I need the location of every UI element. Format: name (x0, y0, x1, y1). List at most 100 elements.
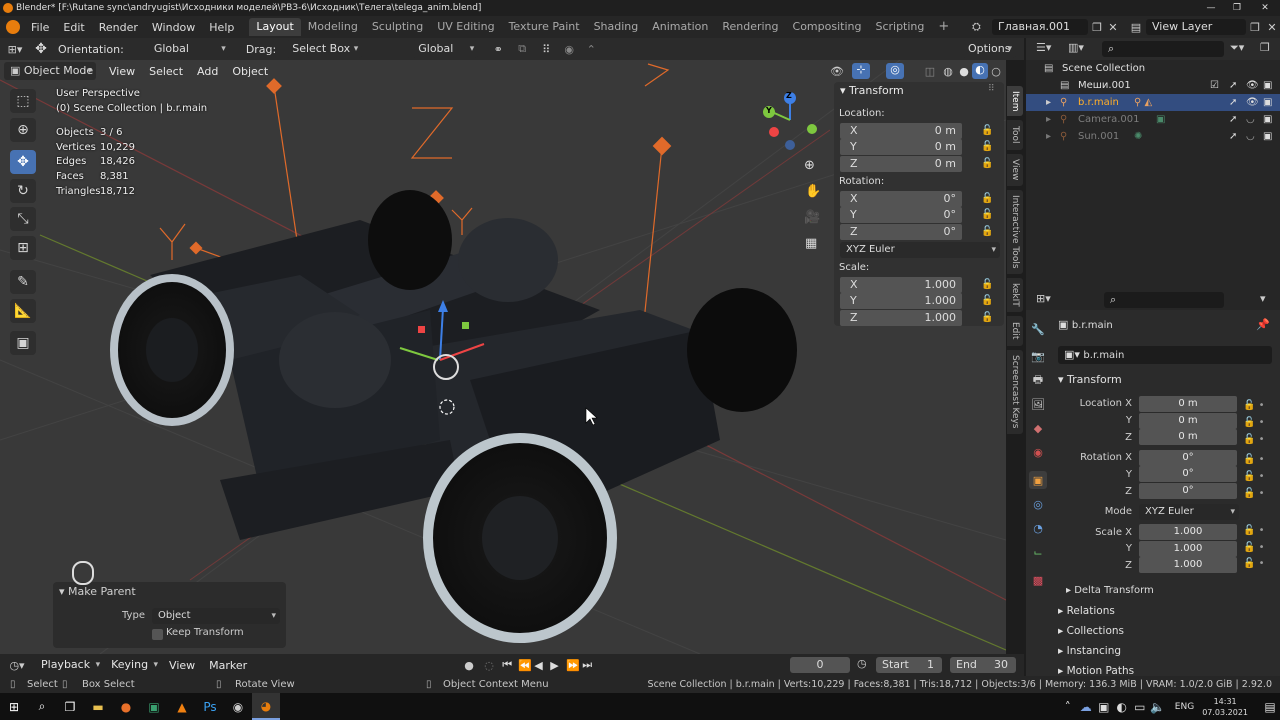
prop-location-z-field[interactable]: 0 m (1139, 429, 1237, 445)
overlay-toggle-icon[interactable]: ◎ (886, 63, 904, 79)
view-layer-icon[interactable]: ▤ (1126, 21, 1146, 34)
photoshop-icon[interactable]: Ps (196, 693, 224, 720)
rotation-z-field[interactable]: Z 0° (840, 224, 962, 240)
sidebar-tab-edit[interactable]: Edit (1007, 316, 1023, 346)
tab-animation[interactable]: Animation (645, 18, 715, 36)
render-camera-icon[interactable]: ▣ (1263, 111, 1272, 128)
make-parent-header[interactable]: ▾ Make Parent (59, 585, 136, 598)
viewport-menu-add[interactable]: Add (190, 65, 225, 78)
prop-location-x-field[interactable]: 0 m (1139, 396, 1237, 412)
prop-scale-x-field[interactable]: 1.000 (1139, 524, 1237, 540)
zoom-view-icon[interactable]: ⊕ (804, 158, 815, 173)
drag-dropdown[interactable]: Select Box (286, 40, 363, 58)
npanel-header[interactable]: ▾ Transform (840, 84, 904, 97)
view-layer-field[interactable]: View Layer (1146, 19, 1246, 35)
include-checkbox-icon[interactable]: ☑ (1210, 77, 1219, 94)
lock-icon[interactable]: 🔓 • (1243, 486, 1265, 503)
preview-range-icon[interactable]: ◷ (857, 657, 867, 670)
expand-arrow-icon[interactable]: ▸ (1046, 128, 1051, 145)
properties-editor-icon[interactable]: ⊞▾ (1036, 292, 1051, 305)
file-explorer-icon[interactable]: ▬ (84, 693, 112, 720)
lock-scale-y-icon[interactable]: 🔓 (981, 295, 993, 306)
parent-type-dropdown[interactable]: Object (152, 608, 280, 624)
keyboard-language[interactable]: ENG (1175, 702, 1194, 712)
filter-icon[interactable]: ⏷▾ (1230, 41, 1244, 55)
tab-scripting[interactable]: Scripting (868, 18, 931, 36)
timeline-menu-keying[interactable]: Keying (104, 656, 162, 674)
menu-edit[interactable]: Edit (56, 21, 91, 34)
clock[interactable]: 14:31 07.03.2021 (1202, 696, 1248, 718)
scene-properties-tab-icon[interactable]: ◆ (1029, 419, 1047, 437)
tray-app-icon[interactable]: ☁ (1077, 693, 1095, 720)
copy-scene-icon[interactable]: ❐ (1088, 21, 1106, 34)
jump-start-icon[interactable]: ⏮ (502, 658, 518, 672)
gizmo-toggle-icon[interactable]: ⊹ (852, 63, 870, 79)
tab-compositing[interactable]: Compositing (786, 18, 869, 36)
lock-location-x-icon[interactable]: 🔓 (981, 125, 993, 136)
prop-rotation-x-field[interactable]: 0° (1139, 450, 1237, 466)
sidebar-tab-tool[interactable]: Tool (1007, 120, 1023, 150)
outliner-editor-icon[interactable]: ☰▾ (1036, 41, 1051, 54)
expand-arrow-icon[interactable]: ▸ (1046, 111, 1051, 128)
scale-tool-icon[interactable]: ⤡ (10, 207, 36, 231)
material-shading-icon[interactable]: ◐ (972, 63, 988, 79)
material-properties-tab-icon[interactable]: ▩ (1029, 571, 1047, 589)
maximize-button[interactable]: ❐ (1224, 0, 1250, 16)
lock-location-y-icon[interactable]: 🔓 (981, 141, 993, 152)
pan-view-icon[interactable]: ✋ (805, 184, 821, 199)
render-camera-icon[interactable]: ▣ (1263, 77, 1272, 94)
new-collection-icon[interactable]: ❐ (1260, 41, 1270, 54)
select-toggle-icon[interactable]: ➚ (1229, 94, 1237, 111)
copy-view-layer-icon[interactable]: ❐ (1246, 21, 1264, 34)
constraints-tab-icon[interactable]: ⌙ (1029, 543, 1047, 561)
lock-icon[interactable]: 🔓 • (1243, 556, 1265, 573)
select-toggle-icon[interactable]: ➚ (1229, 111, 1237, 128)
solid-shading-icon[interactable]: ● (956, 65, 972, 78)
pivot-point-icon[interactable]: ⚭ (486, 43, 510, 56)
rotation-y-field[interactable]: Y 0° (840, 207, 962, 223)
terminal-app-icon[interactable]: ▣ (140, 693, 168, 720)
task-view-icon[interactable]: ❐ (56, 693, 84, 720)
timeline-menu-marker[interactable]: Marker (202, 659, 254, 672)
add-workspace-button[interactable]: + (931, 18, 956, 36)
properties-options-icon[interactable]: ▾ (1260, 292, 1266, 305)
panel-drag-icon[interactable]: ⠿ (988, 84, 995, 94)
tab-texture-paint[interactable]: Texture Paint (502, 18, 587, 36)
play-reverse-icon[interactable]: ◀ (534, 659, 550, 672)
scale-y-field[interactable]: Y 1.000 (840, 293, 962, 309)
lock-scale-z-icon[interactable]: 🔓 (981, 312, 993, 323)
keep-transform-checkbox[interactable] (152, 629, 163, 640)
timeline-menu-view[interactable]: View (162, 659, 202, 672)
prop-scale-z-field[interactable]: 1.000 (1139, 557, 1237, 573)
lock-icon[interactable]: 🔓 • (1243, 540, 1265, 557)
properties-search-input[interactable]: ⌕ (1104, 292, 1224, 308)
eye-icon[interactable]: 👁 (1246, 77, 1259, 94)
mode-dropdown[interactable]: ▣ Object Mode (4, 62, 96, 80)
rendered-shading-icon[interactable]: ○ (988, 65, 1004, 78)
navigation-gizmo[interactable]: Z Y (760, 88, 820, 152)
lock-icon[interactable]: 🔓 • (1243, 432, 1265, 449)
menu-help[interactable]: Help (202, 21, 241, 34)
menu-file[interactable]: File (24, 21, 56, 34)
lock-scale-x-icon[interactable]: 🔓 (981, 279, 993, 290)
tab-modeling[interactable]: Modeling (301, 18, 365, 36)
object-properties-tab-icon[interactable]: ▣ (1029, 471, 1047, 489)
falloff-icon[interactable]: ⌃ (580, 43, 602, 56)
scale-x-field[interactable]: X 1.000 (840, 277, 962, 293)
lock-icon[interactable]: 🔓 • (1243, 452, 1265, 469)
minimize-button[interactable]: — (1198, 0, 1224, 16)
tab-layout[interactable]: Layout (249, 18, 301, 36)
menu-render[interactable]: Render (92, 21, 145, 34)
display-mode-icon[interactable]: ▥▾ (1068, 41, 1084, 54)
jump-next-keyframe-icon[interactable]: ⏩ (566, 659, 582, 672)
move-tool-button[interactable]: ✥ (10, 150, 36, 174)
scene-icon[interactable]: ⛭ (972, 20, 986, 34)
snap-target-icon[interactable]: ⠿ (534, 43, 558, 56)
render-camera-icon[interactable]: ▣ (1263, 128, 1272, 145)
expand-arrow-icon[interactable]: ▸ (1046, 94, 1051, 111)
eye-closed-icon[interactable]: ◡ (1246, 111, 1255, 128)
current-frame-field[interactable]: 0 (790, 657, 850, 673)
start-frame-field[interactable]: Start 1 (876, 657, 942, 673)
object-data-name-field[interactable]: ▣▾ b.r.main (1058, 346, 1272, 364)
xray-icon[interactable]: ◫ (920, 65, 940, 78)
